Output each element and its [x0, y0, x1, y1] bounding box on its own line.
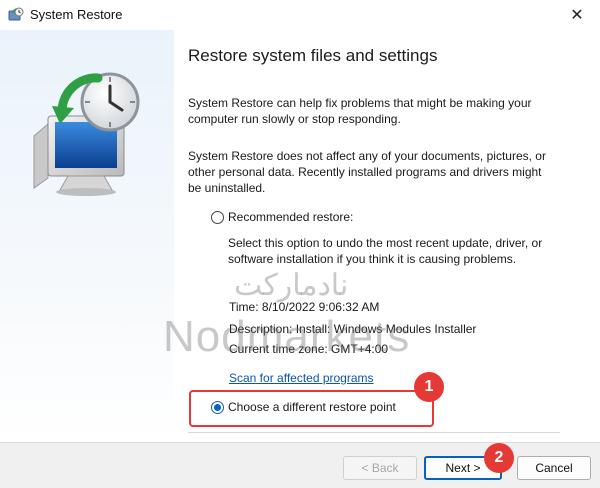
close-icon: ✕ — [570, 7, 584, 24]
recommended-restore-description: Select this option to undo the most rece… — [228, 236, 543, 266]
page-title: Restore system files and settings — [188, 46, 438, 65]
recommended-restore-label: Recommended restore: — [228, 210, 354, 224]
recommended-restore-radio[interactable] — [211, 210, 224, 224]
close-button[interactable]: ✕ — [554, 0, 600, 30]
computer-clock-restore-icon — [33, 72, 140, 196]
title-bar[interactable]: System Restore ✕ — [0, 0, 600, 30]
cancel-button[interactable]: Cancel — [517, 456, 591, 480]
step-badge-2: 2 — [484, 443, 514, 473]
scan-affected-programs-link[interactable]: Scan for affected programs — [229, 371, 374, 385]
content-panel: Restore system files and settings System… — [174, 30, 600, 442]
info-paragraph: System Restore does not affect any of yo… — [188, 149, 546, 195]
system-restore-icon — [8, 7, 24, 21]
time-zone: Current time zone: GMT+4:00 — [229, 342, 389, 356]
restore-description: Description: Install: Windows Modules In… — [229, 322, 477, 336]
divider — [188, 432, 560, 433]
window-title: System Restore — [30, 7, 123, 22]
restore-time: Time: 8/10/2022 9:06:32 AM — [229, 300, 380, 314]
choose-restore-point-label: Choose a different restore point — [228, 400, 396, 414]
back-button[interactable]: < Back — [343, 456, 417, 480]
step-badge-1: 1 — [414, 372, 444, 402]
choose-restore-point-radio[interactable] — [211, 400, 224, 414]
choose-restore-point-option[interactable]: Choose a different restore point — [211, 400, 396, 414]
system-restore-window: System Restore ✕ Restore system files an… — [0, 0, 600, 488]
intro-paragraph: System Restore can help fix problems tha… — [188, 96, 532, 126]
recommended-restore-option[interactable]: Recommended restore: — [211, 210, 353, 224]
left-panel — [0, 30, 174, 442]
